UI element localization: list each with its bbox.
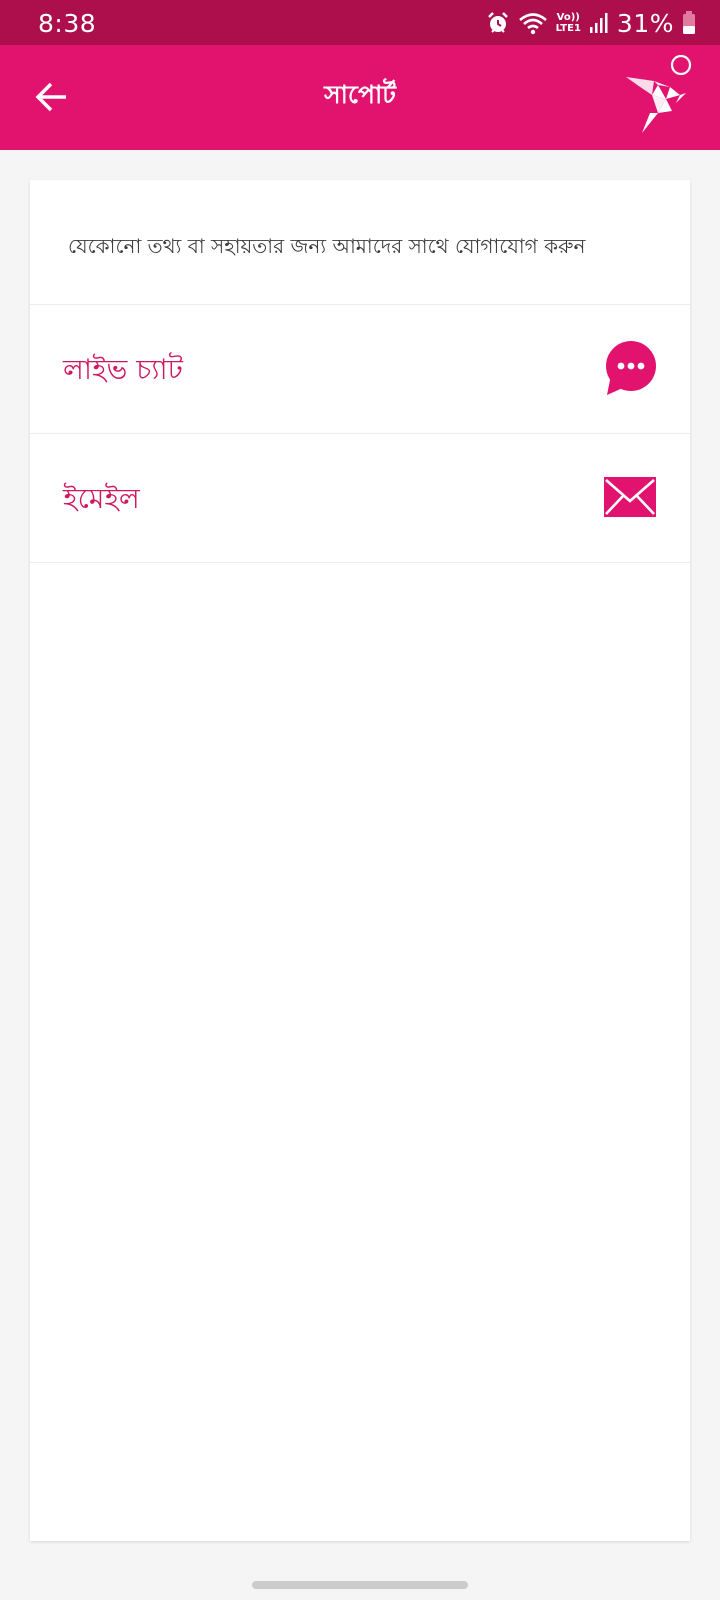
page-title: সাপোর্ট: [324, 80, 396, 109]
signal-icon: [589, 12, 609, 34]
envelope-icon: [604, 477, 656, 517]
status-bar: 8:38 Vo)) LTE1 31%: [0, 0, 720, 45]
battery-icon: [682, 11, 696, 35]
alarm-icon: [486, 11, 510, 35]
app-bar: সাপোর্ট: [0, 45, 720, 150]
home-indicator[interactable]: [252, 1581, 468, 1589]
email-label: ইমেইল: [63, 482, 140, 515]
chat-bubble-icon: [606, 341, 656, 395]
email-option[interactable]: ইমেইল: [30, 434, 690, 563]
wifi-icon: [518, 11, 548, 35]
status-icons: Vo)) LTE1 31%: [486, 8, 696, 38]
support-intro-text: যেকোনো তথ্য বা সহায়তার জন্য আমাদের সাথে…: [30, 180, 690, 305]
battery-percent: 31%: [616, 8, 674, 38]
volte-indicator: Vo)) LTE1: [556, 12, 581, 34]
origami-bird-logo-icon: [626, 54, 692, 133]
support-card: যেকোনো তথ্য বা সহায়তার জন্য আমাদের সাথে…: [30, 180, 690, 1541]
volte-label: Vo)): [556, 12, 580, 23]
live-chat-label: লাইভ চ্যাট: [63, 353, 183, 386]
lte-label: LTE1: [555, 23, 581, 34]
status-time: 8:38: [38, 9, 97, 38]
bkash-logo-button[interactable]: [624, 54, 694, 135]
live-chat-option[interactable]: লাইভ চ্যাট: [30, 305, 690, 434]
